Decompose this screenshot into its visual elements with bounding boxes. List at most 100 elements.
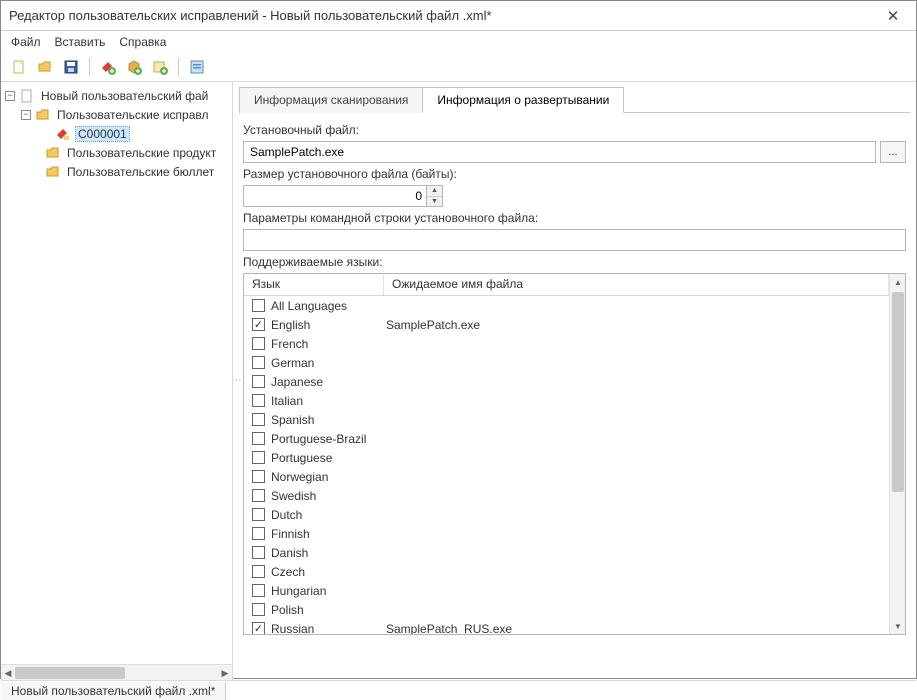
table-row[interactable]: German [244,353,889,372]
language-checkbox[interactable] [252,565,265,578]
table-row[interactable]: Hungarian [244,581,889,600]
properties-button[interactable] [187,57,207,77]
scroll-thumb[interactable] [892,292,904,492]
language-checkbox[interactable] [252,603,265,616]
langs-label: Поддерживаемые языки: [243,255,906,269]
table-row[interactable]: Czech [244,562,889,581]
language-checkbox[interactable] [252,584,265,597]
status-bar: Новый пользовательский файл .xml* [1,680,916,700]
languages-table: Язык Ожидаемое имя файла All Languages✓E… [243,273,906,635]
language-name: Czech [271,565,386,579]
size-spinner: ▲ ▼ [243,185,443,207]
table-header: Язык Ожидаемое имя файла [244,274,889,296]
language-name: French [271,337,386,351]
language-checkbox[interactable] [252,299,265,312]
expected-filename: SamplePatch.exe [386,318,889,332]
browse-button[interactable]: ... [880,141,906,163]
new-file-button[interactable] [9,57,29,77]
size-label: Размер установочного файла (байты): [243,167,906,181]
language-checkbox[interactable] [252,470,265,483]
table-row[interactable]: Japanese [244,372,889,391]
patch-icon [55,126,71,142]
language-name: Portuguese-Brazil [271,432,386,446]
table-v-scrollbar[interactable]: ▲ ▼ [889,274,905,634]
table-row[interactable]: Norwegian [244,467,889,486]
tab-scan-info[interactable]: Информация сканирования [239,87,423,113]
tree-root[interactable]: − Новый пользовательский фай [1,86,232,105]
save-button[interactable] [61,57,81,77]
add-bulletin-button[interactable] [150,57,170,77]
expected-filename: SamplePatch_RUS.exe [386,622,889,635]
tree-h-scrollbar[interactable]: ◀ ▶ [1,664,232,680]
spin-up-button[interactable]: ▲ [427,186,442,196]
language-checkbox[interactable] [252,356,265,369]
language-checkbox[interactable] [252,489,265,502]
add-product-button[interactable] [124,57,144,77]
scroll-up-icon[interactable]: ▲ [890,274,906,290]
table-row[interactable]: French [244,334,889,353]
language-checkbox[interactable] [252,394,265,407]
install-file-input[interactable] [243,141,876,163]
language-checkbox[interactable] [252,413,265,426]
language-checkbox[interactable] [252,508,265,521]
language-name: Dutch [271,508,386,522]
col-language[interactable]: Язык [244,274,384,295]
collapse-icon[interactable]: − [5,91,15,101]
menu-file[interactable]: Файл [11,35,41,49]
tab-deploy-info[interactable]: Информация о развертывании [422,87,624,113]
menu-help[interactable]: Справка [119,35,166,49]
language-checkbox[interactable] [252,451,265,464]
open-folder-icon [35,107,51,123]
tree-patches[interactable]: − Пользовательские исправл [1,105,232,124]
spin-down-button[interactable]: ▼ [427,196,442,207]
table-row[interactable]: Portuguese [244,448,889,467]
tree-patch-item[interactable]: C000001 [1,124,232,143]
language-checkbox[interactable] [252,375,265,388]
cmdline-input[interactable] [243,229,906,251]
table-row[interactable]: Dutch [244,505,889,524]
toolbar-separator [89,58,90,76]
menu-insert[interactable]: Вставить [55,35,106,49]
toolbar [1,53,916,82]
table-row[interactable]: Polish [244,600,889,619]
tree-products[interactable]: Пользовательские продукт [1,143,232,162]
language-checkbox[interactable]: ✓ [252,622,265,634]
language-checkbox[interactable] [252,546,265,559]
close-button[interactable]: ✕ [878,7,908,25]
title-bar: Редактор пользовательских исправлений - … [1,1,916,31]
window-title: Редактор пользовательских исправлений - … [9,8,878,23]
language-checkbox[interactable] [252,527,265,540]
table-row[interactable]: Finnish [244,524,889,543]
table-row[interactable]: ✓EnglishSamplePatch.exe [244,315,889,334]
properties-icon [189,59,205,75]
col-filename[interactable]: Ожидаемое имя файла [384,274,889,295]
open-file-button[interactable] [35,57,55,77]
language-checkbox[interactable] [252,337,265,350]
folder-icon [45,145,61,161]
deploy-form: Установочный файл: ... Размер установочн… [239,113,910,635]
table-row[interactable]: ✓RussianSamplePatch_RUS.exe [244,619,889,634]
table-row[interactable]: Portuguese-Brazil [244,429,889,448]
size-input[interactable] [243,185,427,207]
table-row[interactable]: Swedish [244,486,889,505]
scroll-down-icon[interactable]: ▼ [890,618,906,634]
table-row[interactable]: Italian [244,391,889,410]
scroll-thumb[interactable] [15,667,125,679]
language-checkbox[interactable] [252,432,265,445]
language-checkbox[interactable]: ✓ [252,318,265,331]
toolbar-separator [178,58,179,76]
tab-bar: Информация сканирования Информация о раз… [239,86,910,113]
add-patch-button[interactable] [98,57,118,77]
language-name: Swedish [271,489,386,503]
table-row[interactable]: Spanish [244,410,889,429]
table-row[interactable]: All Languages [244,296,889,315]
tree-bulletins[interactable]: Пользовательские бюллет [1,162,232,181]
save-icon [63,59,79,75]
right-pane: Информация сканирования Информация о раз… [239,82,916,680]
table-row[interactable]: Danish [244,543,889,562]
status-file-tab[interactable]: Новый пользовательский файл .xml* [1,682,226,700]
language-name: Norwegian [271,470,386,484]
collapse-icon[interactable]: − [21,110,31,120]
tree-pane: − Новый пользовательский фай − Пользоват… [1,82,233,680]
language-name: Danish [271,546,386,560]
